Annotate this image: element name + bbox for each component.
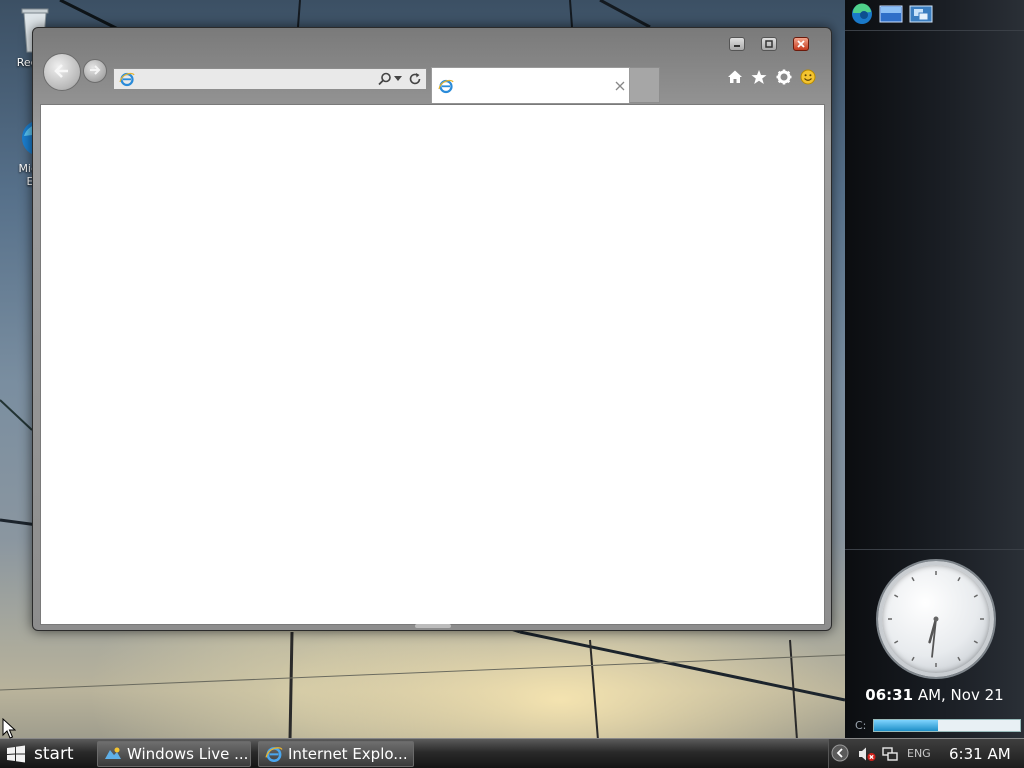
edge-icon [851, 2, 873, 28]
drive-label: C: [855, 719, 867, 732]
minimize-button[interactable] [729, 37, 745, 51]
start-label: start [34, 743, 74, 764]
address-input[interactable] [135, 70, 378, 88]
new-tab-button[interactable] [630, 67, 660, 103]
minimize-icon [733, 37, 741, 51]
clock-tick [911, 656, 915, 661]
sidebar-switch-windows-button[interactable] [908, 4, 934, 26]
forward-button[interactable] [83, 59, 107, 83]
network-icon[interactable] [882, 746, 898, 762]
internet-explorer-icon [119, 71, 135, 87]
clock-tick [973, 594, 978, 598]
drive-usage-bar [873, 719, 1021, 732]
back-arrow-icon [52, 61, 72, 84]
settings-icon [776, 69, 792, 88]
dropdown-arrow-icon[interactable] [394, 76, 402, 82]
favorites-button[interactable] [749, 68, 769, 88]
switch-windows-icon [909, 5, 933, 26]
clock-text: 06:31 AM, Nov 21 [845, 686, 1024, 704]
sidebar: 06:31 AM, Nov 21 C: [845, 0, 1024, 738]
clock-tick [894, 594, 899, 598]
start-button[interactable]: start [0, 739, 88, 768]
address-bar[interactable] [113, 68, 427, 90]
internet-explorer-window [32, 27, 832, 631]
taskbar-button-internet-explorer[interactable]: Internet Explo... [258, 741, 414, 767]
clock-gadget[interactable] [878, 561, 994, 677]
clock-date: AM, Nov 21 [913, 686, 1004, 704]
close-icon [797, 37, 805, 51]
mouse-cursor-icon [2, 718, 16, 740]
home-button[interactable] [725, 68, 745, 88]
feedback-button[interactable] [798, 68, 818, 88]
taskbar: start Windows Live ... Internet Explo...… [0, 738, 1024, 768]
maximize-button[interactable] [761, 37, 777, 51]
tray-expand-icon[interactable] [831, 744, 849, 762]
language-indicator[interactable]: ENG [907, 747, 931, 760]
tab-close-icon[interactable] [615, 81, 625, 91]
windows-live-icon [104, 746, 122, 762]
internet-explorer-icon [265, 745, 283, 763]
clock-tick [911, 577, 915, 582]
clock-tick [957, 577, 961, 582]
refresh-icon[interactable] [408, 72, 422, 86]
taskbar-button-label: Internet Explo... [288, 745, 408, 763]
tab-active[interactable] [431, 67, 630, 103]
page-content[interactable] [40, 104, 825, 625]
maximize-icon [765, 37, 773, 51]
close-button[interactable] [793, 37, 809, 51]
windows-logo-icon [6, 744, 26, 764]
clock-face [888, 571, 984, 667]
sidebar-show-desktop-button[interactable] [878, 4, 904, 26]
back-button[interactable] [43, 53, 81, 91]
sidebar-divider [845, 30, 1024, 31]
taskbar-button-windows-live[interactable]: Windows Live ... [97, 741, 251, 767]
clock-tick [957, 656, 961, 661]
clock-tick [973, 640, 978, 644]
drive-usage-fill [874, 720, 939, 731]
taskbar-button-label: Windows Live ... [127, 745, 249, 763]
internet-explorer-icon [438, 78, 454, 94]
clock-time: 06:31 [865, 686, 914, 704]
volume-muted-icon[interactable] [858, 746, 876, 762]
home-icon [727, 69, 743, 88]
sidebar-edge-button[interactable] [849, 2, 875, 28]
settings-button[interactable] [774, 68, 794, 88]
status-grip[interactable] [415, 624, 451, 628]
feedback-icon [800, 69, 816, 88]
taskbar-clock[interactable]: 6:31 AM [949, 745, 1011, 763]
sidebar-divider [845, 549, 1024, 550]
search-icon[interactable] [378, 72, 392, 86]
forward-arrow-icon [88, 63, 102, 80]
favorites-icon [751, 69, 767, 88]
show-desktop-icon [879, 5, 903, 26]
system-tray: ENG 6:31 AM [828, 739, 1024, 768]
clock-tick [894, 640, 899, 644]
